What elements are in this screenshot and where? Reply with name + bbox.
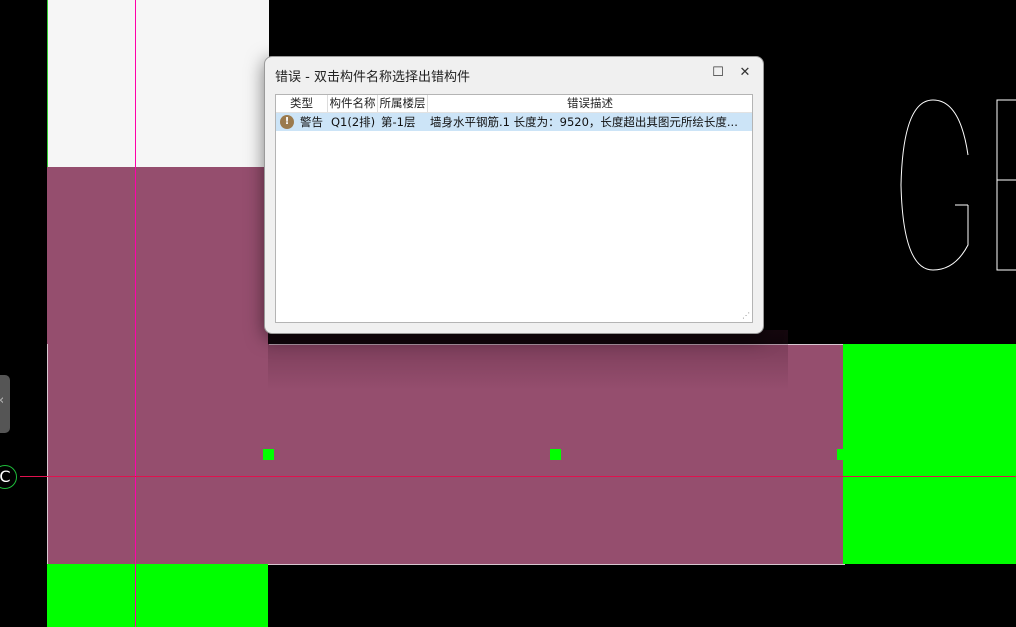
row-type: 警告 (300, 115, 323, 129)
error-list[interactable]: 类型 构件名称 所属楼层 错误描述 ! 警告 Q1(2排) 第-1层 墙身水平钢… (275, 94, 753, 323)
error-dialog: 错误 - 双击构件名称选择出错构件 ☐ ✕ 类型 构件名称 所属楼层 错误描述 … (264, 56, 764, 334)
close-icon: ✕ (739, 65, 751, 80)
white-panel-region (47, 0, 269, 167)
dialog-shadow (268, 330, 788, 390)
column-header-floor[interactable]: 所属楼层 (378, 95, 428, 112)
axis-line-vertical (135, 0, 136, 627)
close-button[interactable]: ✕ (733, 61, 757, 85)
dialog-title: 错误 - 双击构件名称选择出错构件 (275, 70, 470, 85)
list-item[interactable]: ! 警告 Q1(2排) 第-1层 墙身水平钢筋.1 长度为：9520，长度超出其… (276, 113, 752, 131)
chevron-left-icon: ‹ (0, 393, 4, 408)
wall-element-vertical[interactable] (47, 167, 268, 344)
grip-handle[interactable] (837, 449, 848, 460)
grip-handle[interactable] (263, 449, 274, 460)
column-header-name[interactable]: 构件名称 (328, 95, 378, 112)
green-element-bottom[interactable] (47, 564, 268, 627)
axis-bubble-c[interactable]: C (0, 465, 17, 489)
grip-handle[interactable] (550, 449, 561, 460)
column-header-type[interactable]: 类型 (276, 95, 328, 112)
warning-icon: ! (280, 115, 294, 129)
row-component-name[interactable]: Q1(2排) (331, 113, 381, 131)
maximize-icon: ☐ (712, 65, 724, 80)
maximize-button[interactable]: ☐ (706, 61, 730, 85)
row-description: 墙身水平钢筋.1 长度为：9520，长度超出其图元所绘长度... (430, 115, 738, 129)
axis-line-horizontal (20, 476, 1016, 477)
large-letters-drawing (900, 99, 1016, 271)
side-panel-tab[interactable]: ‹ (0, 375, 10, 433)
list-header: 类型 构件名称 所属楼层 错误描述 (276, 95, 752, 113)
column-header-description[interactable]: 错误描述 (428, 95, 752, 112)
resize-grip-icon[interactable]: ⋰ (742, 312, 750, 320)
green-element-right[interactable] (843, 344, 1016, 564)
row-floor: 第-1层 (381, 115, 416, 129)
